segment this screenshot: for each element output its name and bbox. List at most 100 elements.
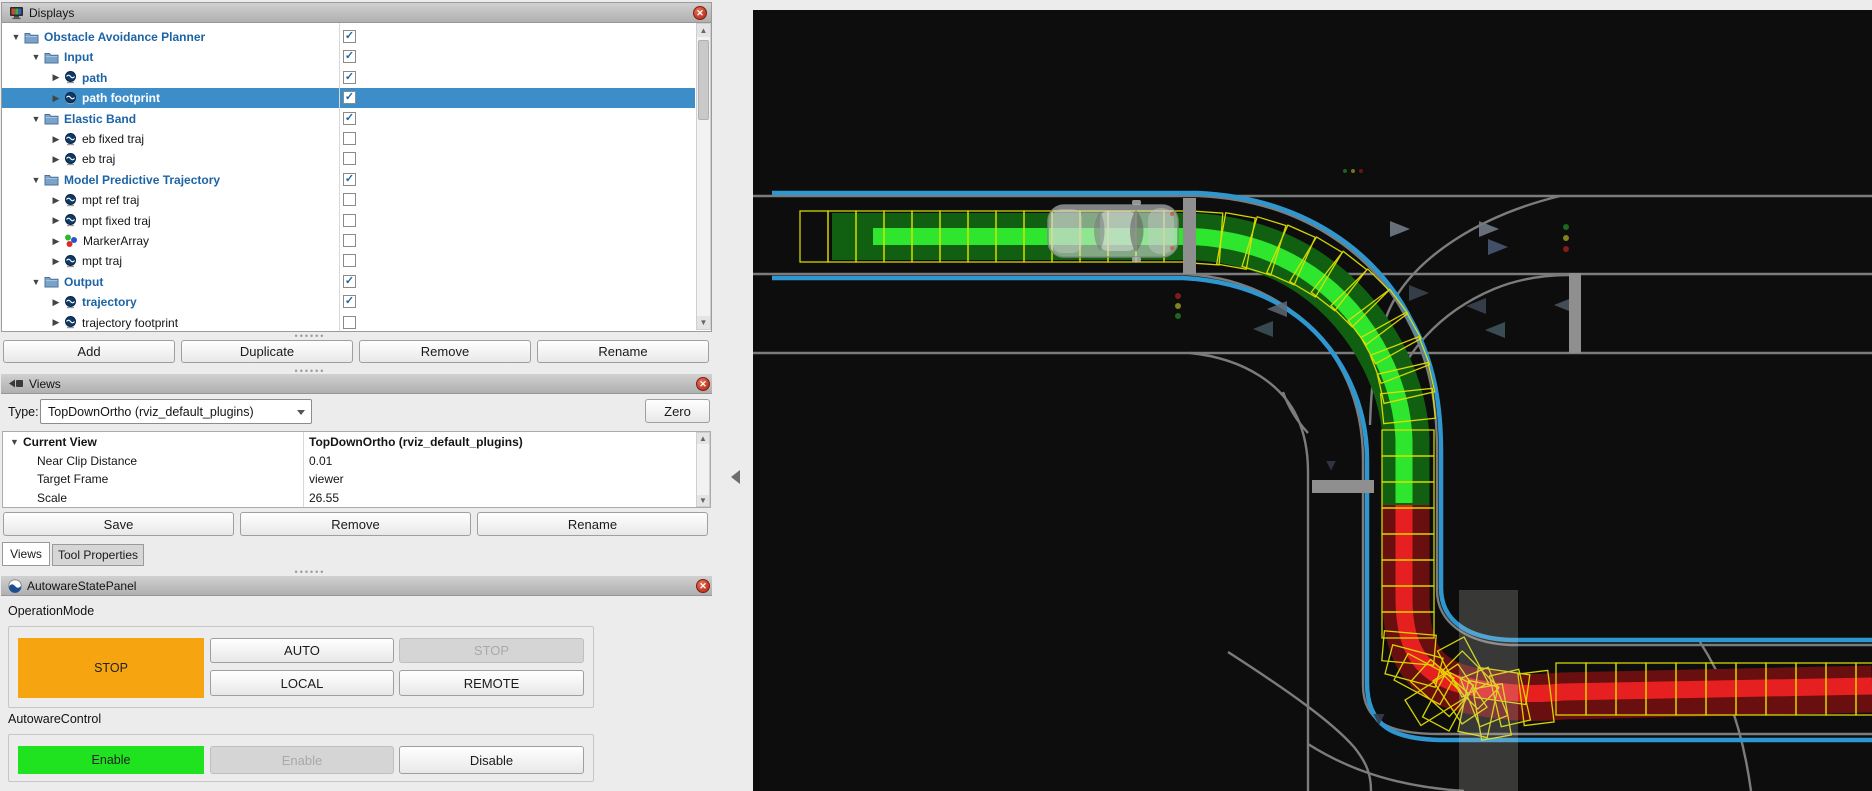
table-row[interactable]: Near Clip Distance 0.01 (3, 452, 695, 471)
scroll-down-icon[interactable]: ▼ (697, 316, 710, 329)
displays-close-icon[interactable]: ✕ (693, 6, 707, 20)
visibility-checkbox[interactable]: ✓ (343, 70, 356, 84)
visibility-checkbox[interactable]: ✓ (343, 111, 356, 125)
duplicate-button[interactable]: Duplicate (181, 340, 353, 363)
disable-button[interactable]: Disable (399, 746, 584, 774)
view-type-value: TopDownOrtho (rviz_default_plugins) (48, 404, 254, 419)
chevron-down-icon[interactable]: ▼ (30, 175, 42, 185)
tree-item-eb-traj[interactable]: ▶ eb traj (2, 149, 695, 169)
visibility-checkbox[interactable]: ✓ (343, 295, 356, 309)
chevron-down-icon[interactable]: ▼ (10, 32, 22, 42)
chevron-right-icon[interactable]: ▶ (50, 72, 62, 83)
scroll-down-icon[interactable]: ▼ (697, 495, 709, 506)
topic-icon (64, 152, 77, 166)
displays-panel: Displays ✕ ▼ Obstacle Avoidance Planner ✓ ▼… (1, 2, 712, 332)
tree-item-mpt-ref-traj[interactable]: ▶ mpt ref traj (2, 190, 695, 210)
tree-item-eb-fixed-traj[interactable]: ▶ eb fixed traj (2, 129, 695, 149)
3d-viewport[interactable] (753, 10, 1872, 791)
table-scrollbar[interactable]: ▲ ▼ (696, 432, 710, 507)
topic-icon (64, 254, 77, 268)
chevron-right-icon[interactable]: ▶ (50, 154, 62, 165)
autoware-control-label: AutowareControl (8, 712, 102, 726)
tree-item-path-footprint[interactable]: ▶ path footprint ✓ (2, 88, 695, 109)
visibility-checkbox[interactable] (343, 213, 356, 227)
rename-view-button[interactable]: Rename (477, 512, 708, 536)
displays-tree-scrollbar[interactable]: ▲ ▼ (696, 23, 711, 330)
table-row[interactable]: Target Frame viewer (3, 470, 695, 489)
chevron-right-icon[interactable]: ▶ (50, 317, 62, 328)
views-panel-title: Views (29, 376, 61, 391)
chevron-right-icon[interactable]: ▶ (50, 195, 62, 206)
chevron-right-icon[interactable]: ▶ (50, 134, 62, 145)
remove-button[interactable]: Remove (359, 340, 531, 363)
visibility-checkbox[interactable] (343, 132, 356, 145)
chevron-down-icon[interactable]: ▼ (30, 114, 42, 124)
tree-item-path[interactable]: ▶ path ✓ (2, 68, 695, 88)
displays-icon (9, 6, 24, 20)
chevron-down-icon[interactable]: ▼ (10, 437, 19, 447)
marker-array-icon (64, 234, 78, 248)
visibility-checkbox[interactable] (343, 254, 356, 268)
tree-item-output[interactable]: ▼ Output ✓ (2, 272, 695, 292)
zero-button[interactable]: Zero (645, 399, 710, 423)
tree-item-model-predictive-trajectory[interactable]: ▼ Model Predictive Trajectory ✓ (2, 170, 695, 190)
tree-item-trajectory-footprint[interactable]: ▶ trajectory footprint (2, 313, 695, 331)
tree-item-markerarray[interactable]: ▶ MarkerArray (2, 231, 695, 251)
autoware-panel-header[interactable]: AutowareStatePanel (1, 576, 712, 596)
auto-button[interactable]: AUTO (210, 638, 394, 663)
visibility-checkbox[interactable] (343, 315, 356, 329)
splitter-handle[interactable]: •••••• (280, 332, 340, 341)
topic-icon (64, 132, 77, 146)
tree-item-mpt-fixed-traj[interactable]: ▶ mpt fixed traj (2, 211, 695, 231)
chevron-right-icon[interactable]: ▶ (50, 297, 62, 308)
chevron-right-icon[interactable]: ▶ (50, 236, 62, 247)
tree-item-trajectory[interactable]: ▶ trajectory ✓ (2, 292, 695, 312)
chevron-down-icon[interactable]: ▼ (30, 52, 42, 62)
save-view-button[interactable]: Save (3, 512, 234, 536)
local-button[interactable]: LOCAL (210, 670, 394, 696)
folder-icon (44, 51, 59, 64)
table-row[interactable]: Scale 26.55 (3, 489, 695, 508)
scrollbar-thumb[interactable] (698, 40, 709, 120)
remove-view-button[interactable]: Remove (240, 512, 471, 536)
views-panel-header[interactable]: Views (1, 374, 712, 394)
splitter-handle[interactable]: •••••• (280, 568, 340, 577)
chevron-right-icon[interactable]: ▶ (50, 215, 62, 226)
visibility-checkbox[interactable]: ✓ (343, 172, 356, 186)
scroll-up-icon[interactable]: ▲ (697, 433, 709, 444)
visibility-checkbox[interactable]: ✓ (343, 30, 356, 43)
chevron-right-icon[interactable]: ▶ (50, 93, 62, 104)
splitter-collapse-icon[interactable] (731, 470, 740, 484)
folder-icon (44, 173, 59, 186)
current-view-table: ▼ Current View TopDownOrtho (rviz_defaul… (2, 431, 711, 508)
chevron-down-icon[interactable]: ▼ (30, 277, 42, 287)
view-type-dropdown[interactable]: TopDownOrtho (rviz_default_plugins) (40, 399, 312, 424)
displays-panel-header[interactable]: Displays (2, 3, 711, 23)
tree-item-obstacle-avoidance-planner[interactable]: ▼ Obstacle Avoidance Planner ✓ (2, 27, 695, 47)
type-label: Type: (8, 405, 39, 419)
autoware-panel-title: AutowareStatePanel (27, 578, 137, 593)
topic-icon (64, 295, 77, 309)
tab-views[interactable]: Views (2, 542, 50, 566)
displays-panel-title: Displays (29, 5, 75, 20)
tree-item-elastic-band[interactable]: ▼ Elastic Band ✓ (2, 109, 695, 129)
chevron-right-icon[interactable]: ▶ (50, 256, 62, 267)
rename-button[interactable]: Rename (537, 340, 709, 363)
scroll-up-icon[interactable]: ▲ (697, 24, 710, 37)
visibility-checkbox[interactable] (343, 234, 356, 247)
visibility-checkbox[interactable]: ✓ (343, 50, 356, 64)
views-icon (8, 378, 24, 389)
views-close-icon[interactable]: ✕ (696, 377, 710, 391)
visibility-checkbox[interactable] (343, 193, 356, 207)
add-button[interactable]: Add (3, 340, 175, 363)
tab-tool-properties[interactable]: Tool Properties (52, 544, 144, 566)
table-row[interactable]: ▼ Current View TopDownOrtho (rviz_defaul… (3, 433, 695, 452)
visibility-checkbox[interactable]: ✓ (343, 274, 356, 288)
remote-button[interactable]: REMOTE (399, 670, 584, 696)
visibility-checkbox[interactable]: ✓ (343, 91, 356, 105)
tree-item-mpt-traj[interactable]: ▶ mpt traj (2, 251, 695, 271)
visibility-checkbox[interactable] (343, 152, 356, 166)
tree-item-input[interactable]: ▼ Input ✓ (2, 47, 695, 67)
autoware-close-icon[interactable]: ✕ (696, 579, 710, 593)
topic-icon (64, 316, 77, 329)
